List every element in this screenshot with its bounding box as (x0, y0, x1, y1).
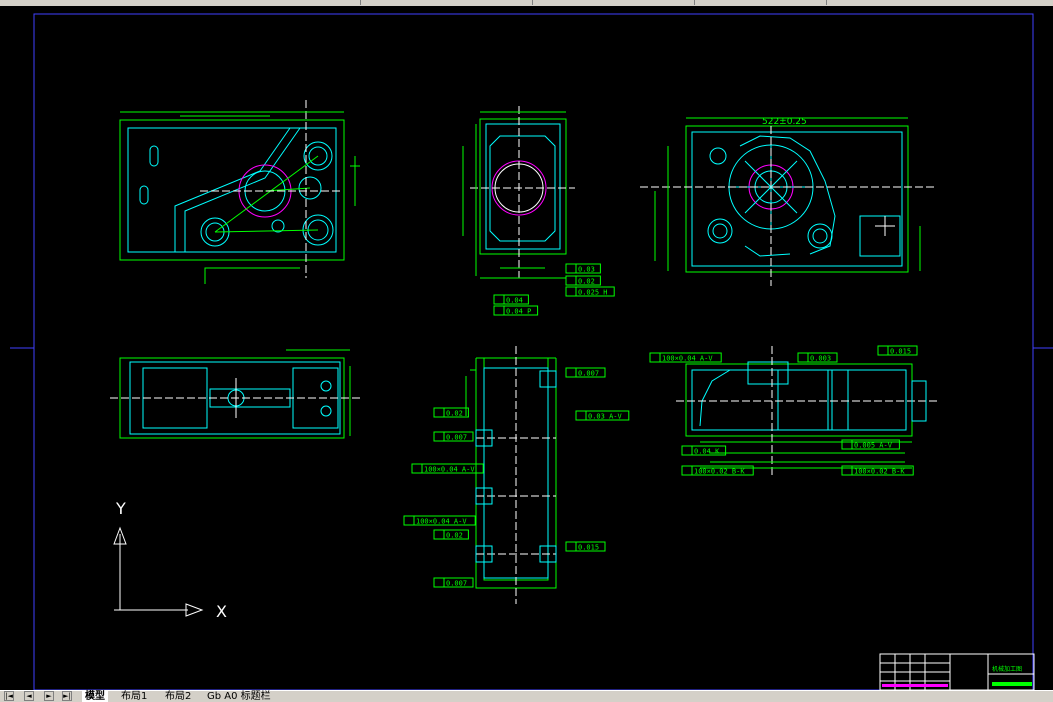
tolerance-text: 0.003 (810, 355, 831, 363)
tolerance-text: 0.007 (578, 370, 599, 378)
toolbar-segment[interactable] (828, 0, 1053, 5)
tolerance-text: 100×0.04 A-V (662, 355, 713, 363)
ucs-icon (113, 526, 204, 617)
tab-next-button[interactable]: ► (44, 691, 54, 701)
tolerance-text: 0.005 A-V (854, 442, 893, 450)
tab-gb-a0[interactable]: Gb A0 标题栏 (204, 691, 274, 702)
tolerance-text: 0.007 (446, 580, 467, 588)
tolerance-text: 0.025 H (578, 289, 608, 297)
ucs-x-label: X (216, 602, 227, 621)
toolbar-segment[interactable] (0, 0, 361, 5)
tolerance-callout: 0.02 (433, 407, 469, 418)
tolerance-text: 0.03 A-V (588, 413, 623, 421)
tolerance-callout: 0.04 (493, 294, 529, 305)
tolerance-text: 100×0.02 B-K (854, 468, 905, 476)
title-block-title: 机械加工图 (992, 665, 1022, 673)
view-top-middle (462, 106, 575, 279)
tab-layout1[interactable]: 布局1 (118, 691, 150, 702)
tolerance-callout: 0.04 P (493, 305, 539, 316)
tolerance-callout: 0.005 A-V (841, 439, 900, 450)
tolerance-callout: 100×0.02 B-K (681, 465, 754, 476)
tolerance-text: 0.03 (578, 266, 595, 274)
tolerance-text: 0.015 (890, 348, 911, 356)
tab-prev-button[interactable]: ◄ (24, 691, 34, 701)
tab-last-button[interactable]: ►| (62, 691, 72, 701)
tolerance-text: 0.02 (578, 278, 595, 286)
tolerance-callout: 0.02 (433, 529, 469, 540)
tolerance-text: 100×0.04 A-V (416, 518, 467, 526)
tolerance-callout: 100×0.04 A-V (411, 463, 484, 474)
toolbar-segment[interactable] (534, 0, 695, 5)
tab-first-button[interactable]: |◄ (4, 691, 14, 701)
tolerance-callout: 0.04 K (681, 445, 727, 456)
tolerance-text: 0.04 K (694, 448, 720, 456)
ucs-y-label: Y (115, 499, 126, 518)
tolerance-callout: 0.007 (433, 431, 474, 442)
view-mid-right-section (676, 346, 940, 476)
tolerance-callout: 100×0.04 A-V (403, 515, 476, 526)
tolerance-callout: 0.02 (565, 275, 601, 286)
tolerance-text: 0.015 (578, 544, 599, 552)
tolerance-callout: 0.03 (565, 263, 601, 274)
tolerance-callouts: 0.03 0.02 0.025 H 0.04 0.04 P 0.007 0.007 0.007… (403, 263, 918, 588)
tolerance-text: 0.007 (446, 434, 467, 442)
layout-tab-bar: |◄ ◄ ► ►| 模型 布局1 布局2 Gb A0 标题栏 (0, 690, 1053, 702)
tolerance-callout: 0.03 A-V (575, 410, 630, 421)
tolerance-text: 0.02 (446, 410, 463, 418)
view-top-right (640, 117, 935, 286)
tolerance-text: 0.02 (446, 532, 463, 540)
tab-layout2[interactable]: 布局2 (162, 691, 194, 702)
tolerance-callout: 0.015 (877, 345, 918, 356)
toolbar-segment[interactable] (696, 0, 827, 5)
tolerance-callout: 0.007 (565, 367, 606, 378)
model-space-canvas[interactable]: Y X 522±0.25 机械加工图 0.03 0.02 0.025 H 0.04 0.… (0, 6, 1053, 690)
tab-model[interactable]: 模型 (82, 691, 108, 702)
toolbar-segment[interactable] (372, 0, 533, 5)
tolerance-text: 0.04 (506, 297, 523, 305)
view-center-section (465, 346, 557, 604)
view-top-left (119, 100, 360, 284)
tolerance-callout: 0.015 (565, 541, 606, 552)
tolerance-callout: 0.003 (797, 352, 838, 363)
tolerance-callout: 0.007 (433, 577, 474, 588)
tolerance-callout: 100×0.02 B-K (841, 465, 914, 476)
dimension-text: 522±0.25 (762, 117, 807, 127)
drawing-svg: Y X 522±0.25 机械加工图 0.030.020.025 H0.040.… (10, 13, 1053, 690)
tolerance-text: 100×0.04 A-V (424, 466, 475, 474)
tolerance-text: 0.04 P (506, 308, 531, 316)
drawing-border (33, 13, 1034, 690)
view-mid-left (110, 349, 360, 439)
tolerance-callout: 100×0.04 A-V (649, 352, 722, 363)
tolerance-callout: 0.025 H (565, 286, 615, 297)
tolerance-text: 100×0.02 B-K (694, 468, 745, 476)
